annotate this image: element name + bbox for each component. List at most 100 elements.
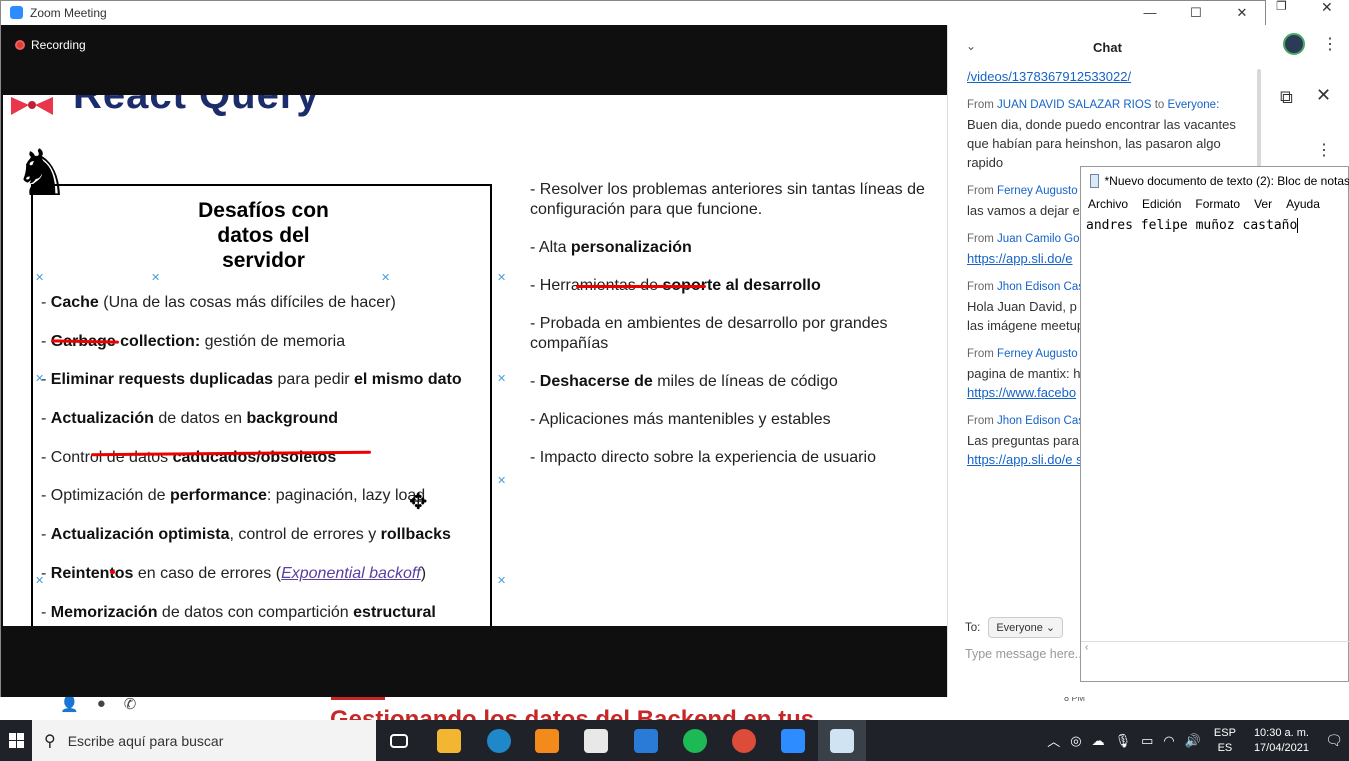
challenge-item: - Eliminar requests duplicadas para pedi… <box>41 371 491 410</box>
minimize-button[interactable]: — <box>1127 1 1173 24</box>
profile-avatar[interactable] <box>1283 33 1305 55</box>
file-explorer-taskbar-button[interactable] <box>425 720 473 761</box>
menu-item-edición[interactable]: Edición <box>1135 197 1188 215</box>
chat-message-header: From JUAN DAVID SALAZAR RIOS to Everyone… <box>967 96 1252 115</box>
zoom-icon <box>781 728 805 753</box>
sender-name[interactable]: Ferney Augusto <box>997 348 1078 360</box>
notepad-title: *Nuevo documento de texto (2): Bloc de n… <box>1104 174 1349 188</box>
menu-item-archivo[interactable]: Archivo <box>1081 197 1135 215</box>
battery-icon[interactable]: ▭ <box>1141 733 1153 749</box>
notepad-horizontal-scrollbar[interactable]: ‹ <box>1081 641 1349 659</box>
store-icon <box>584 728 608 753</box>
mail-taskbar-button[interactable] <box>622 720 670 761</box>
phone-icon[interactable]: ✆ <box>124 695 137 713</box>
recipient-name[interactable]: Everyone: <box>1167 99 1219 111</box>
box-title: Desafíos con datos del servidor <box>33 198 494 273</box>
menu-item-ayuda[interactable]: Ayuda <box>1279 197 1327 215</box>
sender-name[interactable]: Juan Camilo Go <box>997 233 1079 245</box>
user-icon[interactable]: 👤 <box>60 695 79 713</box>
wifi-icon[interactable]: ◠ <box>1163 733 1174 749</box>
benefit-item: - Aplicaciones más mantenibles y estable… <box>530 410 947 430</box>
popout-icon[interactable]: ⧉ <box>1280 88 1293 106</box>
from-label: From <box>967 233 994 245</box>
selection-handle-icon: ✕ <box>497 575 507 587</box>
clock[interactable]: 10:30 a. m. 17/04/2021 <box>1254 726 1309 756</box>
challenge-item: - Actualización optimista, control de er… <box>41 526 491 565</box>
to-label: to <box>1154 99 1165 111</box>
challenge-item: - Memorización de datos con compartición… <box>41 604 491 627</box>
close-button[interactable]: ✕ <box>1219 1 1265 24</box>
search-placeholder: Escribe aquí para buscar <box>67 732 224 749</box>
zoom-taskbar-button[interactable] <box>769 720 817 761</box>
text: en caso de errores ( <box>133 564 282 582</box>
message-text: Buen dia, donde puedo encontrar las vaca… <box>967 117 1236 170</box>
microphone-icon[interactable]: 🎙 <box>1115 733 1132 749</box>
text: - <box>41 603 51 621</box>
restore-icon[interactable]: ❐ <box>1276 0 1287 12</box>
text: ) <box>420 564 427 582</box>
annotation-dot <box>110 570 115 574</box>
bold-text: Actualización optimista <box>50 526 230 544</box>
start-button[interactable] <box>0 720 32 761</box>
chevron-up-icon[interactable]: ︿ <box>1047 731 1060 750</box>
sender-name[interactable]: JUAN DAVID SALAZAR RIOS <box>997 99 1151 111</box>
sublime-text-icon <box>535 728 559 753</box>
box-title-line: Desafíos con <box>198 199 329 222</box>
presentation-slide: React Query ♞ Desafíos con datos del ser… <box>3 95 947 626</box>
sublime-text-taskbar-button[interactable] <box>523 720 571 761</box>
clock-time: 10:30 a. m. <box>1253 726 1309 739</box>
close-panel-icon[interactable]: ✕ <box>1316 86 1331 104</box>
recipient-dropdown[interactable]: Everyone ⌄ <box>988 617 1064 638</box>
benefit-item: - Impacto directo sobre la experiencia d… <box>530 448 947 468</box>
menu-item-formato[interactable]: Formato <box>1188 197 1247 215</box>
onedrive-icon[interactable]: ☁ <box>1092 733 1105 749</box>
notepad-text-area[interactable]: andres felipe muñoz castaño <box>1086 218 1299 233</box>
chrome-taskbar-button[interactable] <box>720 720 768 761</box>
bold-text: estructural <box>353 603 436 621</box>
volume-icon[interactable]: 🔊 <box>1185 733 1201 749</box>
maximize-button[interactable]: ☐ <box>1173 1 1219 24</box>
zoom-logo-icon <box>10 6 23 19</box>
from-label: From <box>967 99 994 111</box>
sender-name[interactable]: Jhon Edison Cas <box>997 281 1084 293</box>
recipient-value: Everyone <box>996 622 1043 634</box>
panel-menu-icon[interactable]: ⋮ <box>1316 143 1332 159</box>
taskbar-search[interactable]: ⚲ Escribe aquí para buscar <box>32 720 376 761</box>
file-explorer-icon <box>437 728 461 753</box>
notepad-taskbar-button[interactable] <box>818 720 866 761</box>
store-taskbar-button[interactable] <box>572 720 620 761</box>
browser-menu-icon[interactable]: ⋮ <box>1322 37 1338 53</box>
bold-text: Deshacerse de <box>539 373 653 390</box>
text: - <box>41 294 51 311</box>
chat-link[interactable]: /videos/1378367912533022/ <box>967 69 1131 84</box>
spotify-taskbar-button[interactable] <box>671 720 719 761</box>
recording-indicator[interactable]: Recording <box>15 38 86 52</box>
selection-handle-icon: ✕ <box>497 373 507 385</box>
sender-name[interactable]: Jhon Edison Cas <box>997 415 1084 427</box>
text: - Control de datos <box>41 448 173 466</box>
edge-taskbar-button[interactable] <box>475 720 523 761</box>
text: - <box>41 526 51 544</box>
sender-name[interactable]: Ferney Augusto <box>997 185 1078 197</box>
box-title-line: datos del <box>217 224 310 247</box>
meet-now-icon[interactable]: ◎ <box>1070 733 1081 749</box>
slide-link[interactable]: Exponential backoff <box>281 565 421 582</box>
notepad-icon <box>830 728 854 753</box>
chat-link-message: /videos/1378367912533022/ <box>967 67 1252 86</box>
from-label: From <box>967 185 994 197</box>
text: , control de errores y <box>229 526 381 544</box>
language-indicator[interactable]: ESP ES <box>1214 726 1236 756</box>
chat-bubble-icon[interactable]: ● <box>97 695 106 713</box>
chat-recipient-row: To: Everyone ⌄ <box>965 617 1064 638</box>
task-view-taskbar-button[interactable] <box>375 720 423 761</box>
bold-text: background <box>246 410 338 428</box>
menu-item-ver[interactable]: Ver <box>1247 197 1279 215</box>
notifications-icon[interactable]: 🗨 <box>1319 732 1349 749</box>
browser-close-icon[interactable]: ✕ <box>1321 0 1333 14</box>
slide-header-title: React Query <box>73 95 320 117</box>
task-view-icon <box>390 733 408 748</box>
chevron-down-icon: ⌄ <box>1045 622 1056 634</box>
chat-message-input[interactable]: Type message here... <box>965 647 1085 661</box>
benefit-item: - Probada en ambientes de desarrollo por… <box>530 314 947 354</box>
from-label: From <box>967 348 994 360</box>
